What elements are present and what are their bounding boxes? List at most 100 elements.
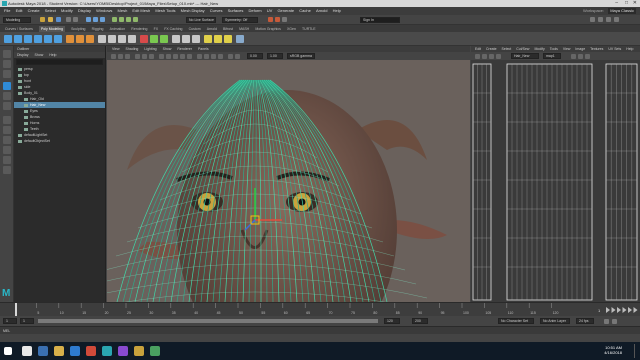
render-icon[interactable] — [268, 17, 273, 22]
anti-aliasing-icon[interactable] — [218, 54, 223, 59]
playback-start-icon[interactable] — [606, 307, 610, 313]
uv-menu-tools[interactable]: Tools — [550, 47, 558, 51]
current-frame-field[interactable]: 1 — [598, 308, 601, 313]
viewport-menu-renderer[interactable]: Renderer — [177, 47, 192, 51]
maximize-button[interactable]: □ — [625, 0, 628, 7]
uv-object-dropdown[interactable]: Hair_New — [511, 53, 539, 59]
color-space-dropdown[interactable]: sRGB gamma — [287, 53, 315, 59]
wireframe-icon[interactable] — [159, 54, 164, 59]
ambient-occlusion-icon[interactable] — [204, 54, 209, 59]
select-hierarchy-icon[interactable] — [86, 17, 91, 22]
uv-menu-view[interactable]: View — [563, 47, 571, 51]
perspective-viewport[interactable]: View Shading Lighting Show Renderer Pane… — [107, 46, 470, 302]
menu-help[interactable]: Help — [333, 7, 341, 15]
open-scene-icon[interactable] — [48, 17, 53, 22]
smooth-icon[interactable] — [86, 35, 94, 43]
side-by-side-layout-icon[interactable] — [3, 136, 11, 144]
menu-edit[interactable]: Edit — [16, 7, 23, 15]
delete-history-icon[interactable] — [214, 35, 222, 43]
uv-grid-icon[interactable] — [489, 54, 494, 59]
time-slider[interactable]: 5 10 15 20 25 30 35 40 45 50 55 60 65 70 75 80 85 90 95 100… — [0, 302, 640, 317]
menu-select[interactable]: Select — [45, 7, 56, 15]
command-line[interactable]: MEL — [0, 326, 640, 334]
mode-dropdown[interactable]: Modeling — [3, 17, 31, 23]
outliner-menu-display[interactable]: Display — [17, 53, 28, 57]
play-forward-icon[interactable] — [622, 307, 627, 313]
playback-start-field[interactable]: 1 — [20, 318, 34, 324]
film-gate-icon[interactable] — [142, 54, 147, 59]
live-surface-field[interactable]: No Live Surface — [186, 17, 216, 23]
uv-menu-select[interactable]: Select — [502, 47, 512, 51]
multi-cut-icon[interactable] — [140, 35, 148, 43]
menu-uv[interactable]: UV — [267, 7, 273, 15]
target-weld-icon[interactable] — [150, 35, 158, 43]
end-frame-field[interactable]: 200 — [412, 318, 428, 324]
select-component-icon[interactable] — [100, 17, 105, 22]
textured-icon[interactable] — [180, 54, 185, 59]
poly-cube-icon[interactable] — [14, 35, 22, 43]
viewport-menu-show[interactable]: Show — [163, 47, 172, 51]
file-explorer-icon[interactable] — [54, 346, 64, 356]
persp-outliner-layout-icon[interactable] — [3, 146, 11, 154]
current-time-indicator[interactable] — [15, 303, 17, 317]
uv-menu-cut-sew[interactable]: Cut/Sew — [516, 47, 529, 51]
viewport-menu-panels[interactable]: Panels — [198, 47, 209, 51]
uv-editor-icon[interactable] — [172, 35, 180, 43]
resolution-gate-icon[interactable] — [149, 54, 154, 59]
anim-prefs-icon[interactable] — [612, 319, 617, 324]
show-desktop-button[interactable] — [634, 344, 638, 358]
menu-arnold[interactable]: Arnold — [316, 7, 328, 15]
menu-curves[interactable]: Curves — [210, 7, 223, 15]
uv-checker-icon[interactable] — [571, 54, 576, 59]
uv-distortion-icon[interactable] — [578, 54, 583, 59]
select-object-icon[interactable] — [93, 17, 98, 22]
single-pane-layout-icon[interactable] — [3, 116, 11, 124]
four-pane-layout-icon[interactable] — [3, 126, 11, 134]
search-icon[interactable] — [22, 346, 32, 356]
attribute-editor-icon[interactable] — [598, 17, 603, 22]
edge-browser-icon[interactable] — [70, 346, 80, 356]
outliner-layout-icon[interactable] — [3, 166, 11, 174]
persp-graph-layout-icon[interactable] — [3, 156, 11, 164]
shadows-icon[interactable] — [197, 54, 202, 59]
snap-view-icon[interactable] — [133, 17, 138, 22]
menu-windows[interactable]: Windows — [96, 7, 112, 15]
workspace-dropdown[interactable]: Maya Classic — [608, 8, 636, 14]
gamma-field[interactable]: 1.00 — [267, 53, 283, 59]
uv-select-icon[interactable] — [475, 54, 480, 59]
outliner-menu-show[interactable]: Show — [34, 53, 43, 57]
select-tool-icon[interactable] — [3, 50, 11, 58]
outliner-search-input[interactable] — [16, 59, 103, 65]
menu-generate[interactable]: Generate — [277, 7, 294, 15]
smooth-shade-icon[interactable] — [166, 54, 171, 59]
freeze-transform-icon[interactable] — [224, 35, 232, 43]
motion-blur-icon[interactable] — [211, 54, 216, 59]
uv-menu-edit[interactable]: Edit — [475, 47, 481, 51]
grid-toggle-icon[interactable] — [135, 54, 140, 59]
chrome-browser-icon[interactable] — [86, 346, 96, 356]
menu-deform[interactable]: Deform — [249, 7, 262, 15]
fps-dropdown[interactable]: 24 fps — [576, 318, 594, 324]
bridge-icon[interactable] — [108, 35, 116, 43]
range-bar[interactable] — [38, 319, 378, 323]
windows-start-icon[interactable] — [4, 347, 12, 355]
bevel-icon[interactable] — [118, 35, 126, 43]
center-pivot-icon[interactable] — [236, 35, 244, 43]
mirror-icon[interactable] — [204, 35, 212, 43]
menu-mesh-tools[interactable]: Mesh Tools — [155, 7, 175, 15]
uv-shell-icon[interactable] — [496, 54, 501, 59]
menu-mesh-display[interactable]: Mesh Display — [181, 7, 205, 15]
channel-box-icon[interactable] — [614, 17, 619, 22]
bookmark-icon[interactable] — [118, 54, 123, 59]
menu-edit-mesh[interactable]: Edit Mesh — [132, 7, 150, 15]
uv-menu-textures[interactable]: Textures — [590, 47, 603, 51]
sign-in-button[interactable]: Sign In — [360, 17, 400, 23]
playback-end-icon[interactable] — [633, 307, 638, 313]
maya-taskbar-icon[interactable] — [102, 346, 112, 356]
step-forward-icon[interactable] — [628, 307, 632, 313]
quad-draw-icon[interactable] — [160, 35, 168, 43]
undo-icon[interactable] — [66, 17, 71, 22]
planar-map-icon[interactable] — [182, 35, 190, 43]
uv-menu-help[interactable]: Help — [626, 47, 633, 51]
wireframe-on-shaded-icon[interactable] — [173, 54, 178, 59]
